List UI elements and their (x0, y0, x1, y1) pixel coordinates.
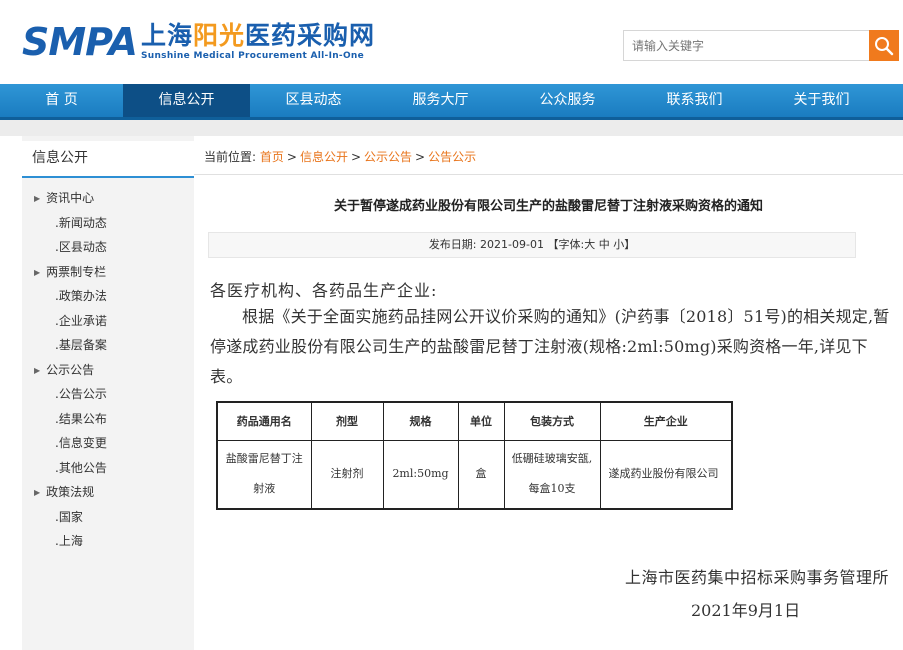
col-header-packaging: 包装方式 (503, 401, 601, 441)
col-header-generic-name: 药品通用名 (216, 401, 312, 441)
table-row: 盐酸雷尼替丁注射液 注射剂 2ml:50mg 盒 低硼硅玻璃安瓿,每盒10支 遂… (216, 439, 733, 510)
font-size-suffix: 】 (624, 238, 636, 251)
sidebar-item-notice-publicity[interactable]: .公告公示 (22, 382, 194, 407)
col-header-unit: 单位 (457, 401, 505, 441)
caret-right-icon: ▶ (34, 365, 41, 375)
search-input[interactable] (623, 30, 869, 61)
search-box (623, 30, 899, 61)
sidebar-item-results[interactable]: .结果公布 (22, 407, 194, 432)
article-meta: 发布日期: 2021-09-01 【字体:大 中 小】 (208, 232, 856, 258)
logo-chinese-name: 上海阳光医药采购网 (141, 22, 375, 50)
logo-cn-part4: 采购网 (297, 21, 376, 50)
logo-english-name: Sunshine Medical Procurement All-In-One (140, 51, 365, 61)
site-header: SMPA 上海阳光医药采购网 Sunshine Medical Procurem… (0, 0, 903, 84)
caret-right-icon: ▶ (34, 267, 41, 277)
main-nav: 首 页 信息公开 区县动态 服务大厅 公众服务 联系我们 关于我们 (0, 84, 903, 120)
font-size-prefix: 【字体: (547, 238, 585, 251)
nav-district-news[interactable]: 区县动态 (250, 84, 377, 117)
breadcrumb-divider (194, 174, 903, 175)
font-size-medium-button[interactable]: 中 (599, 238, 610, 251)
article-greeting: 各医疗机构、各药品生产企业: (210, 281, 438, 300)
sidebar-item-info-changes[interactable]: .信息变更 (22, 431, 194, 456)
nav-public-service[interactable]: 公众服务 (504, 84, 631, 117)
article-paragraph: 根据《关于全面实施药品挂网公开议价采购的通知》(沪药事〔2018〕51号)的相关… (210, 307, 890, 386)
cell-unit: 盒 (457, 439, 505, 510)
nav-home[interactable]: 首 页 (0, 84, 123, 117)
sidebar-item-commitments[interactable]: .企业承诺 (22, 309, 194, 334)
sidebar-title: 信息公开 (22, 141, 194, 178)
breadcrumb-info-disclosure[interactable]: 信息公开 (300, 150, 348, 164)
nav-spacer (0, 120, 903, 136)
cell-generic-name: 盐酸雷尼替丁注射液 (216, 439, 312, 510)
drug-table: 药品通用名 剂型 规格 单位 包装方式 生产企业 盐酸雷尼替丁注射液 注射剂 2… (216, 401, 733, 510)
breadcrumb-separator: > (415, 150, 426, 164)
cell-manufacturer: 遂成药业股份有限公司 (599, 439, 733, 510)
logo-mark: SMPA (22, 20, 138, 64)
site-logo[interactable]: SMPA 上海阳光医药采购网 Sunshine Medical Procurem… (22, 22, 375, 66)
nav-contact-us[interactable]: 联系我们 (631, 84, 758, 117)
logo-cn-part2: 阳光 (192, 21, 245, 50)
sidebar-item-shanghai[interactable]: .上海 (22, 529, 194, 554)
sidebar-item-national[interactable]: .国家 (22, 505, 194, 530)
nav-info-disclosure[interactable]: 信息公开 (123, 84, 250, 117)
nav-about-us[interactable]: 关于我们 (758, 84, 885, 117)
logo-cn-part3: 医药 (245, 21, 298, 50)
sidebar-item-announcements[interactable]: ▶ 公示公告 (22, 358, 194, 383)
sidebar: 信息公开 ▶ 资讯中心 .新闻动态 .区县动态 ▶ 两票制专栏 .政策办法 .企业承… (22, 136, 194, 650)
sidebar-item-news-center[interactable]: ▶ 资讯中心 (22, 186, 194, 211)
search-button[interactable] (869, 30, 899, 61)
nav-service-hall[interactable]: 服务大厅 (377, 84, 504, 117)
logo-text: 上海阳光医药采购网 Sunshine Medical Procurement A… (141, 22, 375, 62)
breadcrumb-announcements[interactable]: 公示公告 (364, 150, 412, 164)
table-header-row: 药品通用名 剂型 规格 单位 包装方式 生产企业 (216, 401, 733, 441)
breadcrumb-separator: > (286, 150, 297, 164)
font-size-large-button[interactable]: 大 (584, 238, 595, 251)
article-title: 关于暂停遂成药业股份有限公司生产的盐酸雷尼替丁注射液采购资格的通知 (333, 199, 763, 214)
publish-date-label: 发布日期: (428, 238, 477, 251)
logo-cn-part1: 上海 (140, 21, 193, 50)
cell-specification: 2ml:50mg (382, 439, 459, 510)
breadcrumb-notice-publicity[interactable]: 公告公示 (428, 150, 476, 164)
sidebar-item-label: 政策法规 (46, 485, 95, 499)
font-size-small-button[interactable]: 小 (613, 238, 624, 251)
sidebar-item-district-news[interactable]: .区县动态 (22, 235, 194, 260)
main-content: 当前位置: 首页 > 信息公开 > 公示公告 > 公告公示 关于暂停遂成药业股份有限公司生产… (194, 136, 903, 650)
sidebar-item-other-notices[interactable]: .其他公告 (22, 456, 194, 481)
breadcrumb: 当前位置: 首页 > 信息公开 > 公示公告 > 公告公示 (204, 148, 476, 165)
caret-right-icon: ▶ (34, 488, 41, 497)
sidebar-item-news[interactable]: .新闻动态 (22, 211, 194, 236)
signature-organization: 上海市医药集中招标采购事务管理所 (624, 568, 889, 587)
col-header-dosage-form: 剂型 (310, 401, 384, 441)
sidebar-menu: ▶ 资讯中心 .新闻动态 .区县动态 ▶ 两票制专栏 .政策办法 .企业承诺 .基层… (22, 178, 194, 554)
sidebar-item-grassroots-filing[interactable]: .基层备案 (22, 333, 194, 358)
publish-date: 2021-09-01 (480, 238, 544, 251)
sidebar-item-label: 两票制专栏 (46, 264, 107, 279)
sidebar-item-policies[interactable]: .政策办法 (22, 284, 194, 309)
sidebar-item-regulations[interactable]: ▶ 政策法规 (22, 480, 194, 505)
breadcrumb-separator: > (350, 150, 362, 164)
cell-dosage-form: 注射剂 (310, 439, 384, 510)
sidebar-item-label: 公示公告 (46, 362, 95, 377)
col-header-manufacturer: 生产企业 (599, 401, 733, 441)
sidebar-item-two-invoice[interactable]: ▶ 两票制专栏 (22, 260, 194, 285)
breadcrumb-prefix: 当前位置: (204, 150, 257, 164)
breadcrumb-home[interactable]: 首页 (260, 150, 284, 164)
cell-packaging: 低硼硅玻璃安瓿,每盒10支 (503, 439, 601, 510)
signature-date: 2021年9月1日 (691, 601, 801, 620)
caret-right-icon: ▶ (34, 194, 41, 203)
search-icon (875, 36, 894, 55)
col-header-specification: 规格 (382, 401, 459, 441)
sidebar-item-label: 资讯中心 (46, 191, 95, 205)
